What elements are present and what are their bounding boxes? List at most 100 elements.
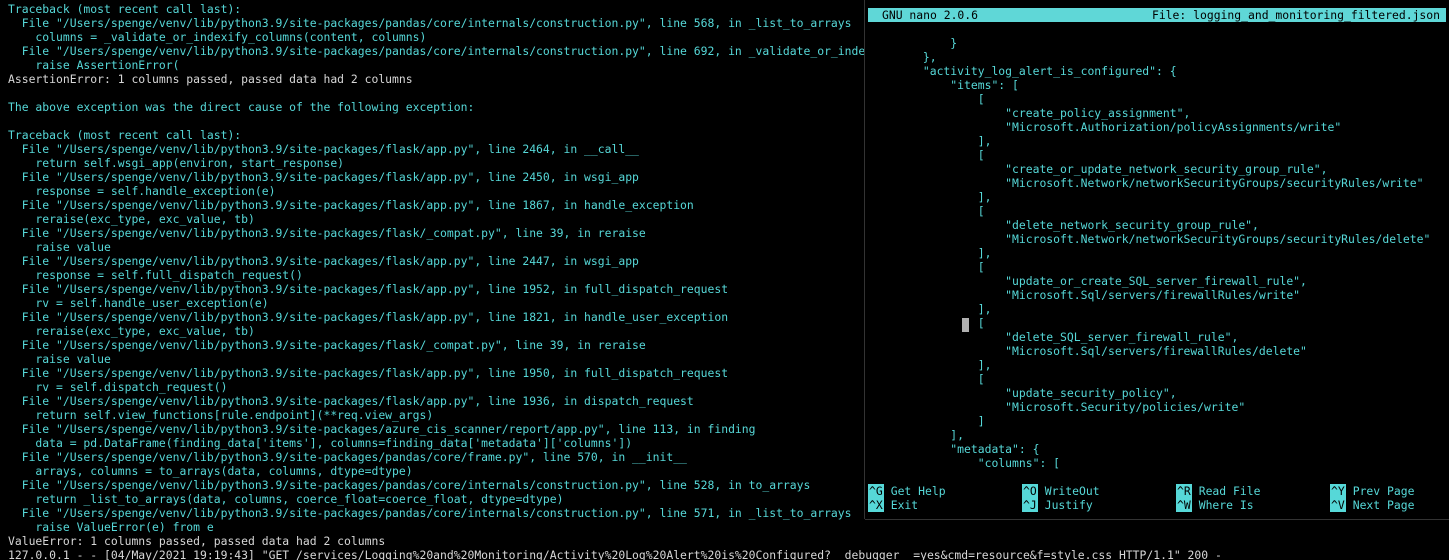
editor-line: "update_security_policy", <box>868 386 1177 400</box>
terminal-line: rv = self.dispatch_request() <box>8 380 228 394</box>
shortcut-next-page[interactable]: ^V Next Page <box>1330 498 1414 512</box>
terminal-line: raise ValueError(e) from e <box>8 520 214 534</box>
shortcut-label: Next Page <box>1352 498 1415 512</box>
terminal-line: return self.wsgi_app(environ, start_resp… <box>8 156 345 170</box>
editor-line: "update_or_create_SQL_server_firewall_ru… <box>868 274 1307 288</box>
terminal-line: The above exception was the direct cause… <box>8 100 475 114</box>
editor-line: [ <box>868 92 985 106</box>
editor-line: "items": [ <box>868 78 1019 92</box>
shortcut-key: ^G <box>868 484 884 498</box>
error-line: ValueError: 1 columns passed, passed dat… <box>8 534 386 548</box>
terminal-line: return self.view_functions[rule.endpoint… <box>8 408 434 422</box>
editor-line: "Microsoft.Authorization/policyAssignmen… <box>868 120 1342 134</box>
shortcut-justify[interactable]: ^J Justify <box>1022 498 1093 512</box>
terminal-line: Traceback (most recent call last): <box>8 2 242 16</box>
editor-line: [ <box>868 260 985 274</box>
editor-line: [ <box>868 316 985 330</box>
terminal-line: File "/Users/spenge/venv/lib/python3.9/s… <box>8 254 639 268</box>
shortcut-label: Get Help <box>890 484 946 498</box>
editor-line: "Microsoft.Security/policies/write" <box>868 400 1246 414</box>
terminal-line: rv = self.handle_user_exception(e) <box>8 296 269 310</box>
terminal-line: File "/Users/spenge/venv/lib/python3.9/s… <box>8 422 756 436</box>
shortcut-key: ^X <box>868 498 884 512</box>
editor-line: [ <box>868 148 985 162</box>
terminal-line: Traceback (most recent call last): <box>8 128 242 142</box>
shortcut-label: Justify <box>1044 498 1093 512</box>
shortcut-key: ^R <box>1176 484 1192 498</box>
editor-line: "Microsoft.Network/networkSecurityGroups… <box>868 176 1424 190</box>
editor-line: ], <box>868 134 992 148</box>
text-cursor <box>962 318 969 332</box>
terminal-line: File "/Users/spenge/venv/lib/python3.9/s… <box>8 282 729 296</box>
editor-line: [ <box>868 372 985 386</box>
terminal-line: arrays, columns = to_arrays(data, column… <box>8 464 413 478</box>
shortcut-read-file[interactable]: ^R Read File <box>1176 484 1260 498</box>
shortcut-label: Where Is <box>1198 498 1254 512</box>
editor-line: ], <box>868 190 992 204</box>
editor-line: "metadata": { <box>868 442 1040 456</box>
shortcut-label: Read File <box>1198 484 1261 498</box>
nano-text-area[interactable]: } }, "activity_log_alert_is_configured":… <box>868 36 1446 470</box>
editor-line: [ <box>868 204 985 218</box>
editor-line: ], <box>868 428 965 442</box>
traceback-output: Traceback (most recent call last): File … <box>8 2 868 534</box>
editor-line: "columns": [ <box>868 456 1061 470</box>
terminal-line: raise value <box>8 352 111 366</box>
editor-line: "delete_SQL_server_firewall_rule", <box>868 330 1239 344</box>
editor-line: ], <box>868 302 992 316</box>
nano-version-label: GNU nano 2.0.6 <box>882 8 979 22</box>
terminal-line: File "/Users/spenge/venv/lib/python3.9/s… <box>8 226 646 240</box>
server-log-output: ValueError: 1 columns passed, passed dat… <box>8 534 1448 560</box>
nano-shortcut-bar: ^G Get Help ^O WriteOut ^R Read File ^Y Prev Pa… <box>868 484 1446 512</box>
terminal-line: File "/Users/spenge/venv/lib/python3.9/s… <box>8 366 729 380</box>
shortcut-get-help[interactable]: ^G Get Help <box>868 484 946 498</box>
shortcut-exit[interactable]: ^X Exit <box>868 498 918 512</box>
editor-line: }, <box>868 50 937 64</box>
editor-line: ] <box>868 414 985 428</box>
terminal-line: raise AssertionError( <box>8 58 180 72</box>
shortcut-key: ^V <box>1330 498 1346 512</box>
editor-line: "Microsoft.Sql/servers/firewallRules/wri… <box>868 288 1301 302</box>
terminal-line: return _list_to_arrays(data, columns, co… <box>8 492 564 506</box>
shortcut-where-is[interactable]: ^W Where Is <box>1176 498 1254 512</box>
terminal-line: File "/Users/spenge/venv/lib/python3.9/s… <box>8 394 694 408</box>
editor-line: } <box>868 36 958 50</box>
editor-line: "activity_log_alert_is_configured": { <box>868 64 1177 78</box>
terminal-line: File "/Users/spenge/venv/lib/python3.9/s… <box>8 506 852 520</box>
nano-title-bar: GNU nano 2.0.6 File: logging_and_monitor… <box>868 8 1446 22</box>
editor-line: "create_or_update_network_security_group… <box>868 162 1328 176</box>
shortcut-label: Exit <box>890 498 919 512</box>
terminal-line: File "/Users/spenge/venv/lib/python3.9/s… <box>8 16 852 30</box>
editor-line: "delete_network_security_group_rule", <box>868 218 1259 232</box>
terminal-line: reraise(exc_type, exc_value, tb) <box>8 324 255 338</box>
shortcut-label: WriteOut <box>1044 484 1100 498</box>
terminal-line: reraise(exc_type, exc_value, tb) <box>8 212 255 226</box>
terminal-line: File "/Users/spenge/venv/lib/python3.9/s… <box>8 338 646 352</box>
request-log-line: 127.0.0.1 - - [04/May/2021 19:19:43] "GE… <box>8 548 1222 560</box>
editor-line: "create_policy_assignment", <box>868 106 1191 120</box>
terminal-line: data = pd.DataFrame(finding_data['items'… <box>8 436 633 450</box>
editor-line: ], <box>868 246 992 260</box>
shortcut-key: ^O <box>1022 484 1038 498</box>
shortcut-label: Prev Page <box>1352 484 1415 498</box>
terminal-line: response = self.full_dispatch_request() <box>8 268 303 282</box>
terminal-line: File "/Users/spenge/venv/lib/python3.9/s… <box>8 170 639 184</box>
nano-editor-window[interactable]: GNU nano 2.0.6 File: logging_and_monitor… <box>865 0 1449 519</box>
shortcut-key: ^J <box>1022 498 1038 512</box>
editor-line: "Microsoft.Network/networkSecurityGroups… <box>868 232 1431 246</box>
shortcut-writeout[interactable]: ^O WriteOut <box>1022 484 1100 498</box>
terminal-line: File "/Users/spenge/venv/lib/python3.9/s… <box>8 310 729 324</box>
terminal-line: File "/Users/spenge/venv/lib/python3.9/s… <box>8 198 694 212</box>
shortcut-key: ^W <box>1176 498 1192 512</box>
editor-line: ], <box>868 358 992 372</box>
terminal-line: response = self.handle_exception(e) <box>8 184 276 198</box>
terminal-line: File "/Users/spenge/venv/lib/python3.9/s… <box>8 478 811 492</box>
terminal-line: File "/Users/spenge/venv/lib/python3.9/s… <box>8 142 639 156</box>
terminal-line: AssertionError: 1 columns passed, passed… <box>8 72 413 86</box>
terminal-line: columns = _validate_or_indexify_columns(… <box>8 30 427 44</box>
terminal-line: File "/Users/spenge/venv/lib/python3.9/s… <box>8 450 687 464</box>
shortcut-prev-page[interactable]: ^Y Prev Page <box>1330 484 1414 498</box>
shortcut-key: ^Y <box>1330 484 1346 498</box>
